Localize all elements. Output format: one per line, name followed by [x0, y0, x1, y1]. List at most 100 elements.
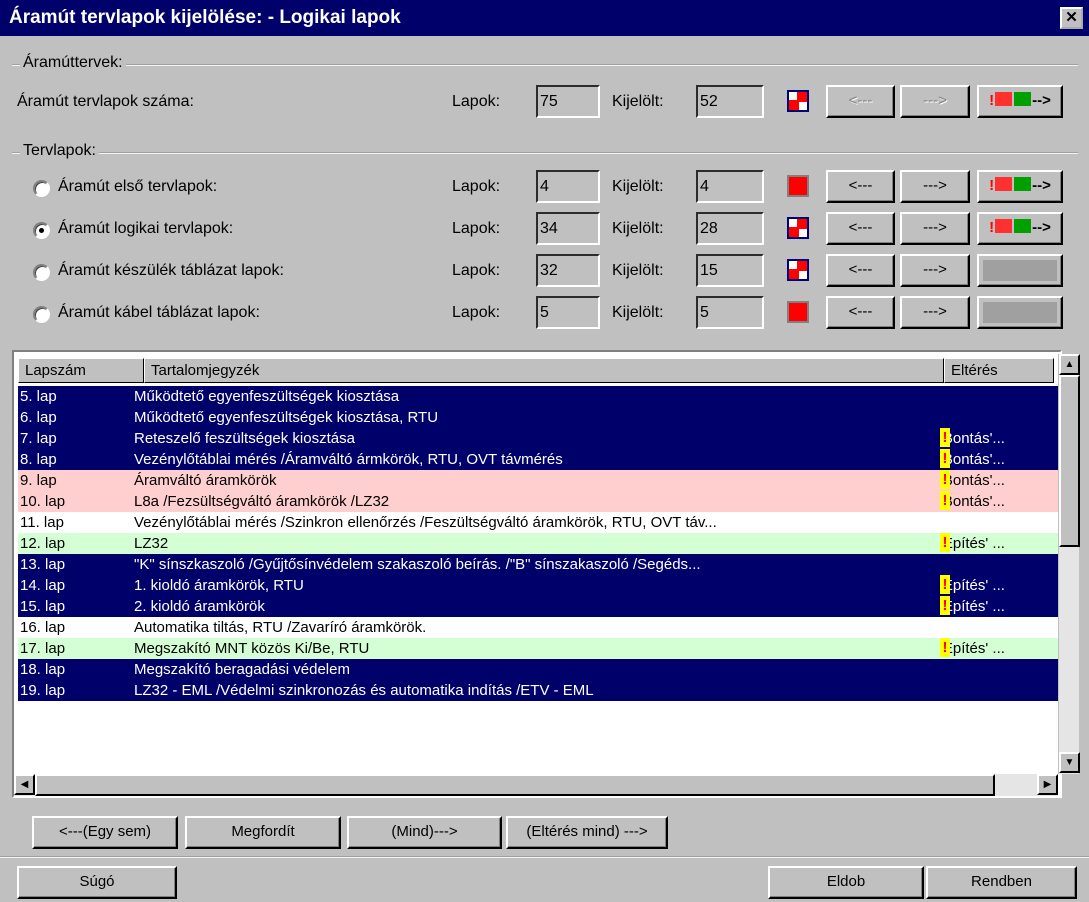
list-row[interactable]: 10. lap L8a /Fezsültségváltó áramkörök /L… [18, 491, 1062, 512]
list-row[interactable]: 5. lap Működtető egyenfeszültségek kioszt… [18, 386, 1062, 407]
warning-icon: ! [940, 575, 950, 594]
discard-button[interactable]: Eldob [768, 866, 924, 899]
lapok-label: Lapok: [452, 93, 501, 110]
vertical-scrollbar[interactable]: ▲ ▼ [1058, 354, 1080, 774]
close-button[interactable]: ✕ [1060, 7, 1083, 29]
row-elteres: ! 'Bontás'... [940, 470, 1005, 491]
row-lapszam: 18. lap [20, 661, 66, 678]
select-button[interactable]: ---> [900, 296, 970, 329]
select-diff-button[interactable]: ! --> [977, 170, 1063, 203]
column-header-lapszam[interactable]: Lapszám [18, 358, 144, 383]
row-tartalom: L8a /Fezsültségváltó áramkörök /LZ32 [134, 493, 390, 510]
column-header-elteres[interactable]: Eltérés [944, 358, 1054, 383]
warning-icon: ! [940, 491, 950, 510]
red-square-icon [995, 92, 1013, 106]
warning-icon: ! [989, 177, 995, 194]
kijelolt-label: Kijelölt: [612, 304, 664, 321]
lapok-label: Lapok: [452, 220, 501, 237]
lapok-value: 32 [536, 254, 600, 287]
deselect-button[interactable]: <--- [826, 170, 895, 203]
scroll-left-button[interactable]: ◀ [14, 774, 35, 795]
column-header-tartalomjegyzek[interactable]: Tartalomjegyzék [144, 358, 944, 383]
radio-elso-tervlapok[interactable] [33, 180, 50, 197]
radio-kabel-tablazat[interactable] [33, 306, 50, 323]
select-button[interactable]: ---> [900, 212, 970, 245]
select-button[interactable]: ---> [900, 254, 970, 287]
deselect-button[interactable]: <--- [826, 296, 895, 329]
green-square-icon [1014, 177, 1032, 191]
invert-button[interactable]: Megfordít [185, 816, 341, 849]
select-diff-arrow: --> [1032, 92, 1051, 109]
full-selection-icon [787, 301, 809, 323]
scroll-down-button[interactable]: ▼ [1059, 752, 1080, 773]
list-row[interactable]: 6. lap Működtető egyenfeszültségek kioszt… [18, 407, 1062, 428]
list-row[interactable]: 19. lap LZ32 - EML /Védelmi szinkronozás … [18, 680, 1062, 701]
warning-icon: ! [940, 638, 950, 657]
row-elteres: ! 'Bontás'... [940, 491, 1005, 512]
list-row[interactable]: 14. lap 1. kioldó áramkörök, RTU ! 'Építés'… [18, 575, 1062, 596]
scroll-right-button[interactable]: ▶ [1037, 774, 1058, 795]
row-lapszam: 17. lap [20, 640, 66, 657]
list-row[interactable]: 9. lap Áramváltó áramkörök ! 'Bontás'... [18, 470, 1062, 491]
warning-icon: ! [940, 449, 950, 468]
list-row[interactable]: 12. lap LZ32 ! 'Építés' ... [18, 533, 1062, 554]
row-tartalom: Működtető egyenfeszültségek kiosztása [134, 388, 400, 405]
row-elteres: ! 'Építés' ... [940, 638, 1005, 659]
row-tartalom: "K" sínszkaszoló /Gyűjtősínvédelem szaka… [134, 556, 701, 573]
select-diff-button[interactable]: ! --> [977, 85, 1063, 118]
select-none-button[interactable]: <---(Egy sem) [32, 816, 178, 849]
row-lapszam: 9. lap [20, 472, 57, 489]
select-diff-button[interactable]: ! --> [977, 212, 1063, 245]
select-diff-arrow: --> [1032, 177, 1051, 194]
list-row[interactable]: 18. lap Megszakító beragadási védelem [18, 659, 1062, 680]
row-tartalom: Automatika tiltás, RTU /Zavaríró áramkör… [134, 619, 427, 636]
kijelolt-value: 4 [696, 170, 764, 203]
help-button[interactable]: Súgó [17, 866, 177, 899]
ok-button[interactable]: Rendben [926, 866, 1077, 899]
sheet-list[interactable]: Lapszám Tartalomjegyzék Eltérés 5. lap Mű… [12, 350, 1062, 798]
lapok-value: 34 [536, 212, 600, 245]
red-square-icon [995, 177, 1013, 191]
select-button[interactable]: ---> [900, 85, 970, 118]
title-bar: Áramút tervlapok kijelölése: - Logikai l… [0, 0, 1089, 36]
list-row[interactable]: 11. lap Vezénylőtáblai mérés /Szinkron el… [18, 512, 1062, 533]
list-row[interactable]: 17. lap Megszakító MNT közös Ki/Be, RTU ! '… [18, 638, 1062, 659]
row-tartalom: Vezénylőtáblai mérés /Áramváltó ármkörök… [134, 451, 563, 468]
row-lapszam: 19. lap [20, 682, 66, 699]
list-row[interactable]: 15. lap 2. kioldó áramkörök ! 'Építés' ... [18, 596, 1062, 617]
deselect-button[interactable]: <--- [826, 254, 895, 287]
list-row[interactable]: 8. lap Vezénylőtáblai mérés /Áramváltó ár… [18, 449, 1062, 470]
select-button[interactable]: ---> [900, 170, 970, 203]
partial-selection-icon [787, 217, 809, 239]
list-row[interactable]: 16. lap Automatika tiltás, RTU /Zavaríró … [18, 617, 1062, 638]
warning-icon: ! [989, 92, 995, 109]
bottom-divider [0, 856, 1089, 858]
group-tervlapok-title: Tervlapok: [20, 142, 99, 160]
deselect-button[interactable]: <--- [826, 85, 895, 118]
horizontal-scrollbar[interactable]: ◀ ▶ [14, 774, 1058, 796]
partial-selection-icon [787, 259, 809, 281]
row-tartalom: Megszakító beragadási védelem [134, 661, 350, 678]
row-tartalom: LZ32 [134, 535, 169, 552]
scroll-thumb-horizontal[interactable] [35, 774, 995, 796]
select-diff-button-disabled[interactable] [977, 254, 1063, 287]
deselect-button[interactable]: <--- [826, 212, 895, 245]
row-lapszam: 16. lap [20, 619, 66, 636]
list-row[interactable]: 7. lap Reteszelő feszültségek kiosztása ! '… [18, 428, 1062, 449]
radio-logikai-tervlapok[interactable] [33, 222, 50, 239]
warning-icon: ! [940, 428, 950, 447]
select-all-diff-button[interactable]: (Eltérés mind) ---> [506, 816, 668, 849]
radio-keszulek-tablazat[interactable] [33, 264, 50, 281]
row-elteres: ! 'Bontás'... [940, 428, 1005, 449]
green-square-icon [1014, 219, 1032, 233]
scroll-thumb[interactable] [1059, 375, 1080, 547]
select-all-button[interactable]: (Mind)---> [347, 816, 502, 849]
row-tartalom: Megszakító MNT közös Ki/Be, RTU [134, 640, 370, 657]
kijelolt-label: Kijelölt: [612, 262, 664, 279]
kijelolt-value: 5 [696, 296, 764, 329]
row-lapszam: 12. lap [20, 535, 66, 552]
scroll-up-button[interactable]: ▲ [1059, 354, 1080, 375]
list-row[interactable]: 13. lap "K" sínszkaszoló /Gyűjtősínvédele… [18, 554, 1062, 575]
select-diff-button-disabled[interactable] [977, 296, 1063, 329]
row-lapszam: 15. lap [20, 598, 66, 615]
